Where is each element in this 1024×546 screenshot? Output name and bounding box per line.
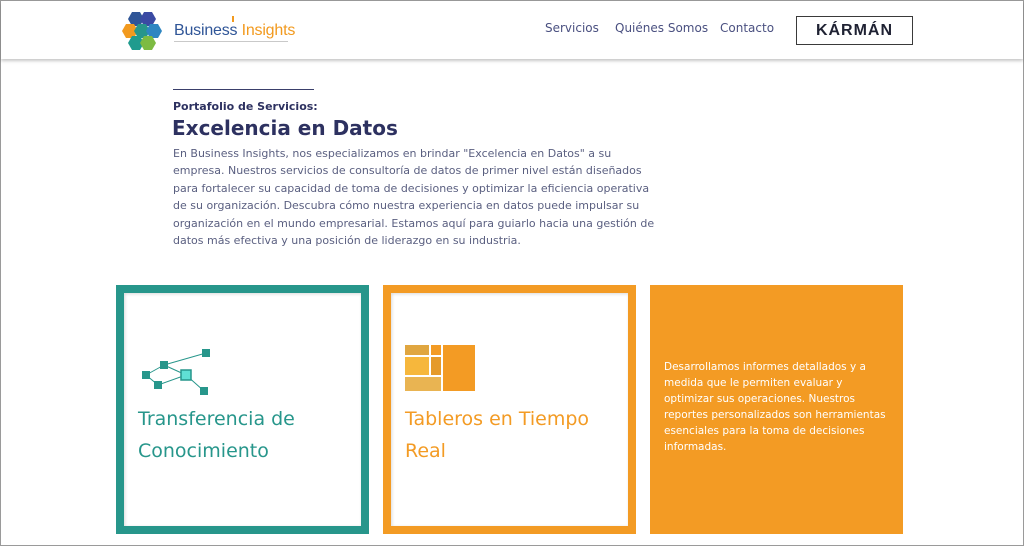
site-header: Business Insights Servicios Quiénes Somo… xyxy=(1,1,1023,59)
nav-contacto[interactable]: Contacto xyxy=(720,21,774,35)
network-nodes-icon xyxy=(142,349,210,395)
intro-divider xyxy=(173,89,314,90)
card-title: Transferencia de Conocimiento xyxy=(138,408,295,462)
business-insights-logo[interactable]: Business Insights xyxy=(122,10,295,50)
intro-paragraph: En Business Insights, nos especializamos… xyxy=(173,147,655,248)
karman-partner-logo[interactable]: KÁRMÁN xyxy=(796,16,913,45)
karman-wordmark: KÁRMÁN xyxy=(815,21,894,39)
hexagon-cluster-icon xyxy=(122,12,162,50)
logo-wordmark: Business Insights xyxy=(174,22,295,40)
logo-word-insights: Insights xyxy=(241,22,296,39)
service-card-custom-reports[interactable]: Desarrollamos informes detallados y a me… xyxy=(650,285,903,534)
logo-underline xyxy=(174,41,288,42)
nav-servicios[interactable]: Servicios xyxy=(545,21,599,35)
section-kicker: Portafolio de Servicios: xyxy=(173,100,318,113)
service-card-knowledge-transfer[interactable]: Transferencia de Conocimiento xyxy=(116,285,369,534)
dashboard-tiles-icon xyxy=(405,345,475,391)
service-card-realtime-dashboards[interactable]: Tableros en Tiempo Real xyxy=(383,285,636,534)
nav-quienes-somos[interactable]: Quiénes Somos xyxy=(615,21,708,35)
card-description: Desarrollamos informes detallados y a me… xyxy=(664,361,886,453)
card-title: Tableros en Tiempo Real xyxy=(405,408,590,462)
logo-word-business: Business xyxy=(174,22,238,39)
page-title: Excelencia en Datos xyxy=(172,116,398,140)
